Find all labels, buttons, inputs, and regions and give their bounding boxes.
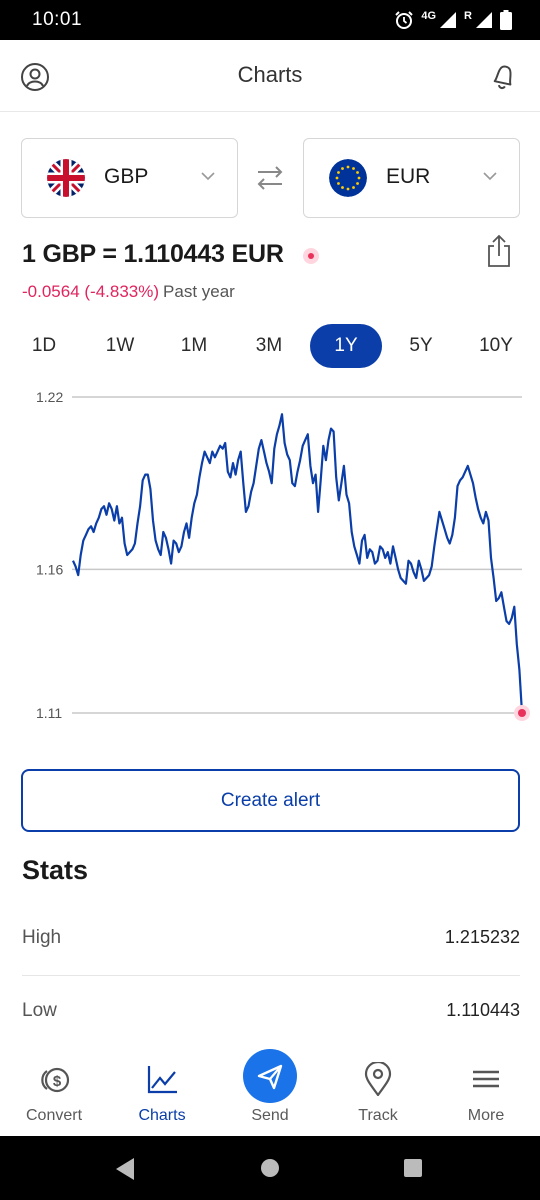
tab-1m[interactable]: 1M (158, 324, 230, 368)
nav-label: Convert (25, 1107, 83, 1124)
stat-value: 1.215232 (444, 927, 520, 947)
change-value: -0.0564 (-4.833%) (22, 282, 160, 301)
signal-icon (440, 12, 457, 28)
status-bar: 10:01 4G R (0, 0, 540, 40)
nav-convert[interactable]: $ Convert (0, 1040, 108, 1136)
from-currency-selector[interactable]: GBP (21, 138, 238, 218)
stat-label: High (22, 927, 62, 948)
charts-icon (147, 1066, 177, 1094)
change-period: Past year (163, 282, 235, 301)
tab-1w[interactable]: 1W (84, 324, 156, 368)
system-nav-bar (0, 1136, 540, 1200)
live-indicator (303, 248, 319, 264)
nav-label: More (467, 1107, 505, 1124)
eu-star (352, 167, 355, 170)
location-pin-icon (364, 1062, 392, 1096)
eu-flag-icon (329, 159, 367, 197)
tab-5y[interactable]: 5Y (385, 324, 457, 368)
send-icon (257, 1064, 283, 1090)
divider (22, 975, 520, 976)
eu-star (335, 176, 339, 180)
y-tick-label: 1.11 (36, 705, 62, 721)
from-currency-code: GBP (104, 165, 149, 188)
to-currency-selector[interactable]: EUR (303, 138, 520, 218)
send-button-circle (243, 1049, 297, 1103)
convert-coins-icon: $ (41, 1067, 70, 1093)
eu-star (341, 167, 344, 170)
eu-star (356, 171, 359, 174)
nav-send[interactable]: Send (216, 1040, 324, 1136)
network-type: 4G (421, 10, 437, 22)
eu-star (341, 186, 344, 189)
create-alert-button[interactable]: Create alert (21, 769, 520, 832)
tab-1y[interactable]: 1Y (310, 324, 382, 368)
chevron-down-icon (483, 172, 497, 181)
to-currency-code: EUR (386, 165, 431, 188)
nav-track[interactable]: Track (324, 1040, 432, 1136)
nav-more[interactable]: More (432, 1040, 540, 1136)
share-icon[interactable] (486, 234, 512, 268)
rate-chart[interactable]: 1.22 1.16 1.11 (0, 380, 540, 730)
nav-label: Charts (138, 1107, 186, 1124)
tab-3m[interactable]: 3M (233, 324, 305, 368)
rate-change: -0.0564 (-4.833%) Past year (22, 282, 235, 302)
eu-star (346, 187, 350, 191)
eu-star (357, 176, 361, 180)
alarm-icon (395, 11, 414, 29)
eu-star (352, 186, 355, 189)
end-point-marker (518, 709, 526, 717)
eu-star (337, 182, 340, 185)
exchange-rate: 1 GBP = 1.110443 EUR (22, 240, 284, 268)
status-icons: 4G R (394, 9, 512, 31)
eu-star (346, 165, 350, 169)
svg-text:$: $ (53, 1073, 62, 1090)
nav-label: Send (251, 1107, 289, 1124)
back-icon[interactable] (114, 1157, 136, 1181)
app-bar: Charts (0, 40, 540, 112)
chevron-down-icon (201, 172, 215, 181)
home-icon[interactable] (260, 1158, 280, 1178)
period-tabs: 1D 1W 1M 3M 1Y 5Y 10Y (0, 324, 540, 368)
tab-10y[interactable]: 10Y (460, 324, 532, 368)
recents-icon[interactable] (403, 1158, 423, 1178)
roaming-indicator: R (464, 10, 472, 22)
battery-icon (500, 10, 512, 30)
nav-label: Track (358, 1107, 398, 1124)
signal-roaming-icon (476, 12, 492, 28)
eu-star (337, 171, 340, 174)
uk-flag-icon (47, 159, 85, 197)
stats-title: Stats (22, 855, 89, 885)
swap-currencies-icon[interactable] (255, 164, 285, 192)
stat-label: Low (22, 1000, 57, 1021)
tab-1d[interactable]: 1D (8, 324, 80, 368)
eu-star (356, 182, 359, 185)
stat-row-high: High 1.215232 (22, 927, 520, 999)
stat-value: 1.110443 (446, 1000, 520, 1020)
status-time: 10:01 (32, 9, 83, 30)
series-line (71, 413, 524, 714)
menu-icon (473, 1070, 499, 1088)
bottom-nav: $ Convert Charts Send Track More (0, 1040, 540, 1136)
notification-bell-icon[interactable] (490, 61, 518, 91)
nav-charts[interactable]: Charts (108, 1040, 216, 1136)
y-tick-label: 1.16 (36, 561, 63, 577)
page-title: Charts (237, 62, 303, 87)
y-tick-label: 1.22 (36, 389, 63, 405)
